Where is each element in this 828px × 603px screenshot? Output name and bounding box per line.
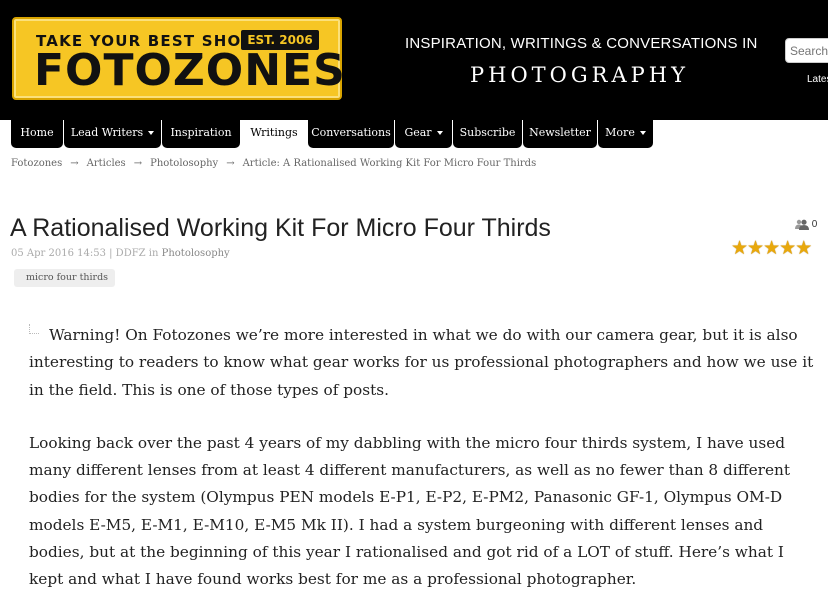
nav-home[interactable]: Home [11, 120, 63, 148]
nav-label: Newsletter [529, 126, 591, 139]
star-icon[interactable]: ★ [763, 238, 780, 259]
star-icon[interactable]: ★ [731, 238, 748, 259]
view-count: 0 [795, 219, 817, 230]
breadcrumb-articles[interactable]: Articles [87, 158, 126, 169]
nav-label: Lead Writers [70, 126, 144, 139]
page-title: A Rationalised Working Kit For Micro Fou… [10, 214, 551, 242]
nav-conversations[interactable]: Conversations [308, 120, 394, 148]
article-paragraph: Looking back over the past 4 years of my… [29, 433, 790, 589]
site-tagline-photography: PHOTOGRAPHY [470, 63, 689, 87]
star-icon[interactable]: ★ [795, 238, 812, 259]
site-logo[interactable]: TAKE YOUR BEST SHOT EST. 2006 FOTOZONES [12, 17, 345, 100]
chevron-down-icon [148, 131, 155, 135]
nav-label: Conversations [311, 126, 391, 139]
star-icon[interactable]: ★ [747, 238, 764, 259]
nav-subscribe[interactable]: Subscribe [453, 120, 522, 148]
chevron-down-icon [436, 131, 443, 135]
site-tagline: INSPIRATION, WRITINGS & CONVERSATIONS IN [405, 35, 758, 52]
breadcrumb-home[interactable]: Fotozones [11, 158, 62, 169]
view-count-value: 0 [811, 219, 818, 231]
star-icon[interactable]: ★ [779, 238, 796, 259]
rating-stars[interactable]: ★★★★★ [731, 238, 812, 259]
tag-micro-four-thirds[interactable]: micro four thirds [14, 269, 116, 287]
breadcrumb-category[interactable]: Photolosophy [150, 158, 218, 169]
arrow-right-icon: → [70, 158, 79, 169]
article-category-link[interactable]: Photolosophy [162, 248, 230, 259]
breadcrumb-current: Article: A Rationalised Working Kit For … [242, 158, 537, 169]
latest-link[interactable]: Lates [807, 74, 828, 85]
article-body: Warning! On Fotozones we’re more interes… [29, 322, 819, 594]
image-placeholder-icon [29, 324, 39, 334]
users-icon [795, 219, 809, 230]
breadcrumb: Fotozones → Articles → Photolosophy → Article:… [11, 158, 536, 169]
article-author[interactable]: DDFZ [116, 248, 146, 259]
article-date: 05 Apr 2016 14:53 [11, 248, 106, 259]
nav-label: Gear [404, 126, 432, 139]
article-paragraph: Warning! On Fotozones we’re more interes… [29, 322, 819, 404]
paragraph-text: Warning! On Fotozones we’re more interes… [29, 326, 814, 399]
nav-label: Writings [250, 126, 298, 139]
search-input[interactable] [785, 38, 828, 63]
nav-newsletter[interactable]: Newsletter [523, 120, 597, 148]
nav-label: Home [20, 126, 54, 139]
chevron-down-icon [639, 131, 646, 135]
nav-more[interactable]: More [598, 120, 653, 148]
article-meta: 05 Apr 2016 14:53 | DDFZ in Photolosophy [11, 248, 230, 259]
arrow-right-icon: → [226, 158, 235, 169]
nav-label: Subscribe [459, 126, 516, 139]
nav-inspiration[interactable]: Inspiration [162, 120, 240, 148]
nav-writings[interactable]: Writings [241, 120, 307, 148]
meta-in-label: in [148, 248, 159, 259]
nav-lead-writers[interactable]: Lead Writers [64, 120, 161, 148]
nav-label: Inspiration [170, 126, 232, 139]
nav-label: More [605, 126, 635, 139]
arrow-right-icon: → [133, 158, 143, 169]
nav-gear[interactable]: Gear [395, 120, 452, 148]
site-header: TAKE YOUR BEST SHOT EST. 2006 FOTOZONES … [0, 0, 828, 120]
logo-name: FOTOZONES [34, 45, 346, 96]
